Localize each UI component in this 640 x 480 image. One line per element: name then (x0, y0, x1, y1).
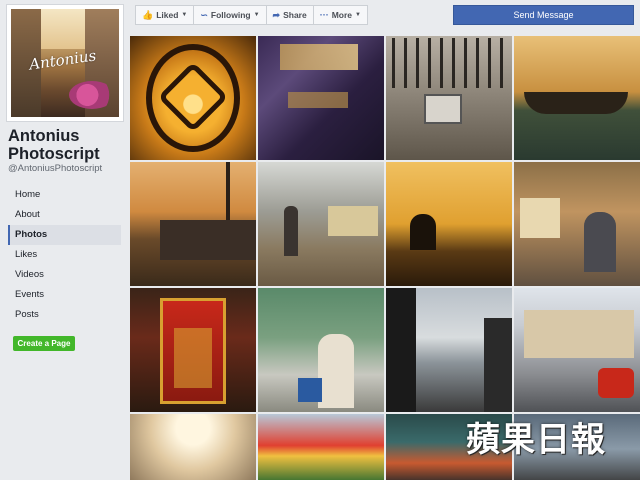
liked-label: Liked (156, 10, 179, 20)
chevron-down-icon: ▼ (355, 12, 361, 18)
profile-picture[interactable]: Antonius (6, 4, 124, 122)
share-arrow-icon: ➦ (272, 9, 281, 20)
page-sidebar: Antonius Antonius Photoscript @AntoniusP… (0, 0, 130, 480)
nav-item-home[interactable]: Home (8, 185, 121, 205)
action-bar: 👍 Liked ▼ ∽ Following ▼ ➦ Share ··· More… (135, 5, 368, 25)
nav-item-videos[interactable]: Videos (8, 265, 121, 285)
nav-item-posts[interactable]: Posts (8, 305, 121, 325)
more-button[interactable]: ··· More ▼ (312, 5, 368, 25)
photo-thumbnail[interactable] (386, 288, 512, 412)
profile-photo: Antonius (11, 9, 119, 117)
share-label: Share (283, 10, 307, 20)
newspaper-watermark: 蘋果日報 (466, 420, 606, 460)
chevron-down-icon: ▼ (181, 12, 188, 18)
photo-thumbnail[interactable] (514, 162, 640, 286)
chevron-down-icon: ▼ (253, 12, 260, 18)
photo-thumbnail[interactable] (258, 414, 384, 480)
following-label: Following (210, 10, 251, 20)
nav-item-photos[interactable]: Photos (8, 225, 121, 245)
nav-item-events[interactable]: Events (8, 285, 121, 305)
send-message-button[interactable]: Send Message (453, 5, 634, 25)
rss-icon: ∽ (200, 9, 208, 20)
photo-thumbnail[interactable] (514, 36, 640, 160)
liked-button[interactable]: 👍 Liked ▼ (135, 5, 195, 25)
photo-thumbnail[interactable] (386, 162, 512, 286)
nav-item-likes[interactable]: Likes (8, 245, 121, 265)
photo-thumbnail[interactable] (130, 36, 256, 160)
page-handle: @AntoniusPhotoscript (8, 163, 103, 174)
share-button[interactable]: ➦ Share (265, 5, 314, 25)
thumbs-up-icon: 👍 (142, 9, 154, 20)
photo-thumbnail[interactable] (130, 414, 256, 480)
photo-thumbnail[interactable] (514, 288, 640, 412)
page-nav: Home About Photos Likes Videos Events Po… (8, 185, 121, 325)
more-label: More (331, 10, 353, 20)
create-page-button[interactable]: Create a Page (13, 336, 75, 351)
ellipsis-icon: ··· (319, 10, 329, 20)
photo-thumbnail[interactable] (258, 36, 384, 160)
photo-thumbnail[interactable] (258, 162, 384, 286)
photo-thumbnail[interactable] (258, 288, 384, 412)
photo-thumbnail[interactable] (386, 36, 512, 160)
photo-thumbnail[interactable] (130, 162, 256, 286)
nav-item-about[interactable]: About (8, 205, 121, 225)
following-button[interactable]: ∽ Following ▼ (193, 5, 267, 25)
page-title: Antonius Photoscript (8, 127, 100, 163)
photo-thumbnail[interactable] (130, 288, 256, 412)
